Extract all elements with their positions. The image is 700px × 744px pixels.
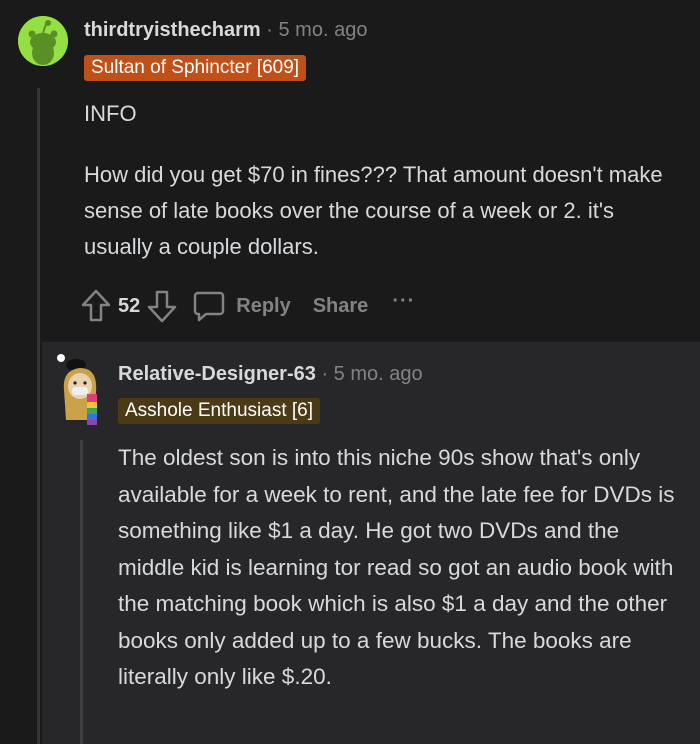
comment-actions: 52 Reply Share ··· [80, 284, 415, 328]
reply-button[interactable]: Reply [192, 289, 291, 323]
username-link[interactable]: Relative-Designer-63 [118, 363, 316, 385]
user-avatar[interactable] [18, 16, 68, 66]
downvote-arrow-icon [148, 290, 177, 323]
share-label: Share [312, 294, 369, 317]
comment-timestamp[interactable]: · 5 mo. ago [321, 363, 422, 385]
vote-count: 52 [118, 294, 141, 317]
share-button[interactable]: Share [313, 295, 369, 318]
comment-body-info: INFO [84, 101, 137, 126]
comment-header: thirdtryisthecharm · 5 mo. ago [84, 19, 367, 42]
comment-timestamp[interactable]: · 5 mo. ago [266, 19, 367, 41]
custom-avatar-icon [57, 354, 97, 425]
user-avatar[interactable] [56, 350, 110, 428]
username-link[interactable]: thirdtryisthecharm [84, 19, 261, 41]
thread-line[interactable] [80, 440, 83, 744]
reply-label: Reply [236, 294, 291, 317]
downvote-button[interactable] [146, 288, 178, 324]
user-flair: Asshole Enthusiast [6] [118, 398, 320, 424]
comment-bubble-icon [194, 291, 225, 322]
snoo-avatar-icon [18, 16, 68, 66]
comment-body-question: How did you get $70 in fines??? That amo… [84, 162, 663, 259]
upvote-button[interactable] [80, 288, 112, 324]
more-options-button[interactable]: ··· [392, 290, 415, 318]
comment-body: The oldest son is into this niche 90s sh… [118, 445, 675, 689]
comment-header: Relative-Designer-63 · 5 mo. ago [118, 363, 423, 386]
user-flair: Sultan of Sphincter [609] [84, 55, 307, 81]
thread-line[interactable] [37, 88, 40, 744]
upvote-arrow-icon [81, 289, 111, 322]
more-options-icon: ··· [392, 289, 416, 312]
